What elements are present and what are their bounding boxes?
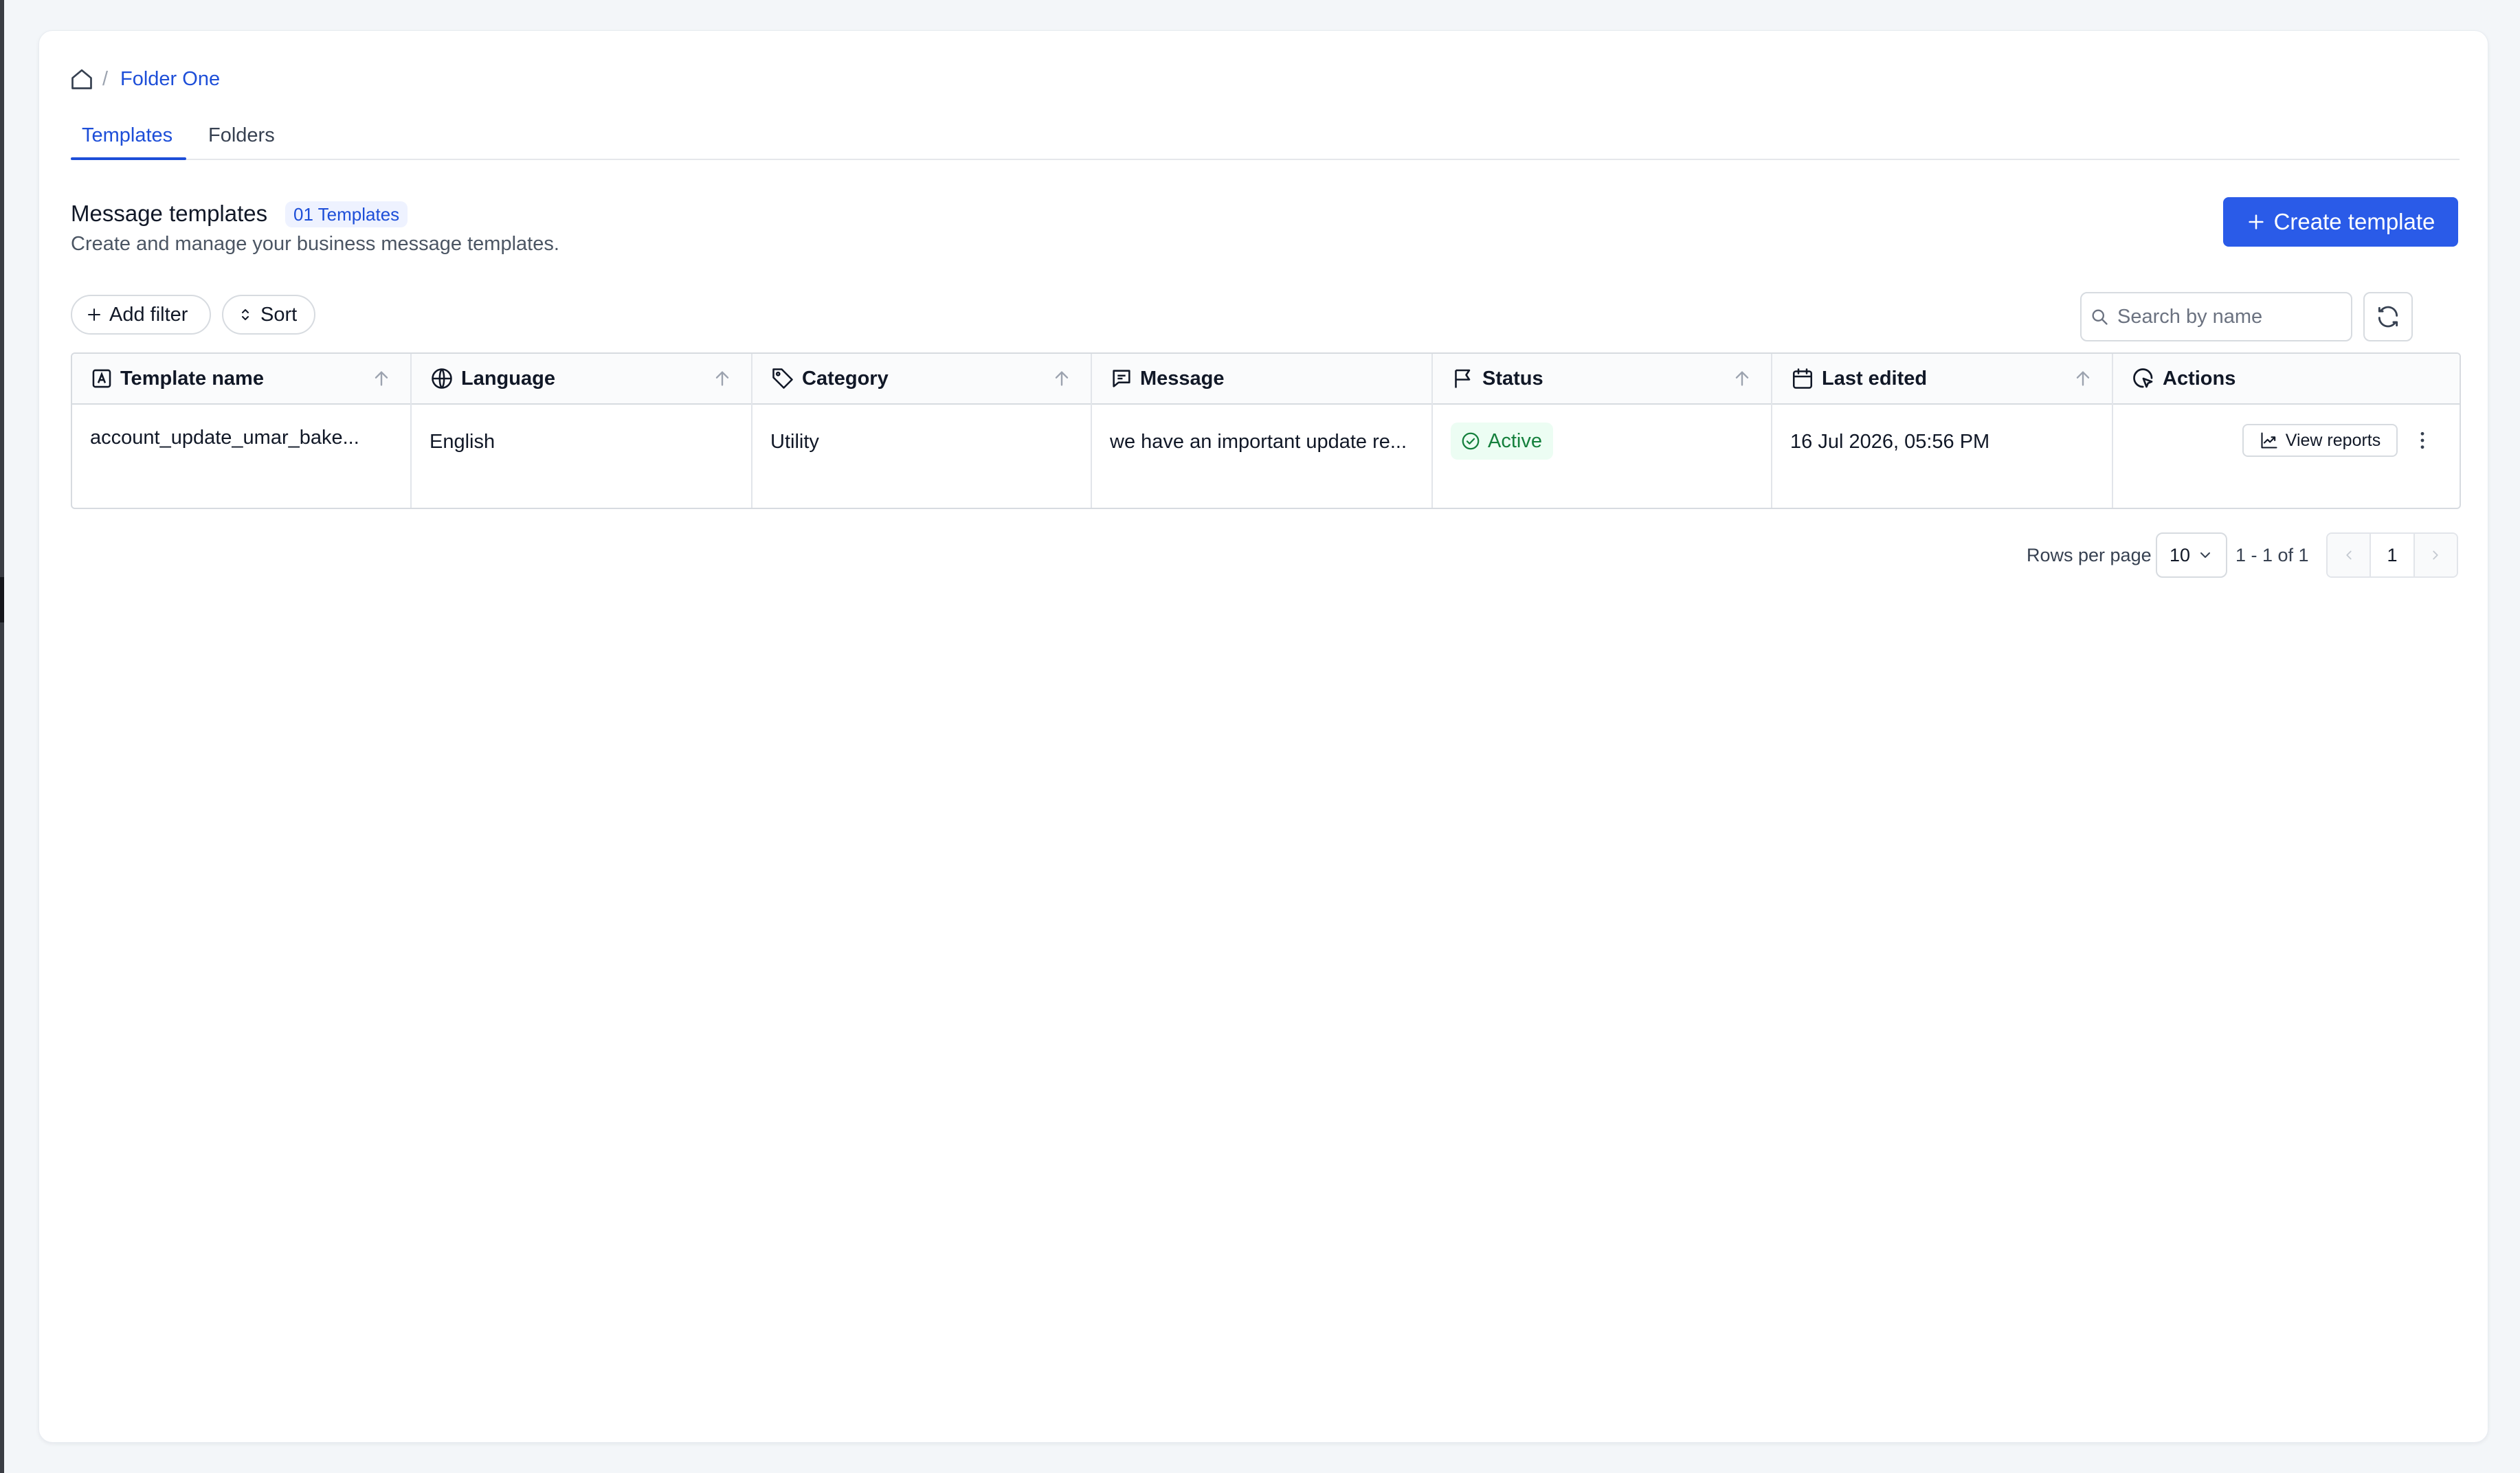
plus-icon xyxy=(88,308,100,321)
template-name-text[interactable]: account_update_umar_bake... xyxy=(90,427,359,449)
rows-per-page-label: Rows per page xyxy=(2027,545,2152,565)
last-edited-text: 16 Jul 2026, 05:56 PM xyxy=(1790,431,1990,453)
more-options-icon[interactable] xyxy=(2410,428,2435,453)
tab-templates[interactable]: Templates xyxy=(82,123,172,148)
sort-arrow-up-icon[interactable] xyxy=(1731,368,1753,390)
column-label: Actions xyxy=(2163,367,2236,390)
column-header-actions: Actions xyxy=(2113,354,2460,403)
message-icon xyxy=(1113,370,1130,387)
sort-button[interactable]: Sort xyxy=(222,295,315,335)
column-label: Last edited xyxy=(1822,367,1928,390)
globe-icon xyxy=(432,368,452,389)
chevron-left-icon xyxy=(2345,550,2352,560)
cell-message: we have an important update re... xyxy=(1092,403,1433,508)
templates-table: Template name Language Category Message … xyxy=(71,352,2461,509)
tabs-divider xyxy=(71,159,2460,160)
active-tab-indicator xyxy=(71,157,186,160)
cell-actions: View reports xyxy=(2113,403,2460,508)
next-page-button[interactable] xyxy=(2414,534,2457,576)
sort-arrow-up-icon[interactable] xyxy=(2072,368,2094,390)
sort-label: Sort xyxy=(260,303,298,326)
rows-per-page-select[interactable]: 10 xyxy=(2156,532,2227,578)
search-input[interactable] xyxy=(2116,304,2339,329)
check-circle-icon xyxy=(1462,432,1480,450)
tag-icon xyxy=(772,368,793,389)
search-field[interactable] xyxy=(2080,292,2352,341)
page-number-button[interactable]: 1 xyxy=(2370,534,2415,576)
tab-folders[interactable]: Folders xyxy=(208,123,275,148)
table-header: Template name Language Category Message … xyxy=(72,354,2460,405)
create-template-button[interactable]: Create template xyxy=(2223,197,2458,247)
cell-category: Utility xyxy=(752,403,1092,508)
cell-last-edited: 16 Jul 2026, 05:56 PM xyxy=(1772,403,2113,508)
chevron-right-icon xyxy=(2433,550,2438,560)
cell-language: English xyxy=(412,403,752,508)
rows-per-page-value: 10 xyxy=(2169,544,2191,565)
refresh-icon xyxy=(2378,306,2398,328)
status-text: Active xyxy=(1488,429,1542,452)
pagination-controls: 1 xyxy=(2326,532,2458,578)
window-edge-notch xyxy=(0,577,4,622)
column-label: Category xyxy=(802,367,889,390)
sort-arrow-up-icon[interactable] xyxy=(370,368,392,390)
chevron-up-down-icon xyxy=(242,309,249,320)
column-header-message: Message xyxy=(1092,354,1433,403)
cell-template-name: account_update_umar_bake... xyxy=(72,403,412,508)
column-header-language: Language xyxy=(412,354,752,403)
add-filter-label: Add filter xyxy=(109,303,188,326)
previous-page-button[interactable] xyxy=(2328,534,2370,576)
view-reports-button[interactable]: View reports xyxy=(2242,424,2398,457)
window-edge xyxy=(0,0,4,1473)
category-text: Utility xyxy=(770,431,819,453)
message-text: we have an important update re... xyxy=(1110,431,1407,453)
breadcrumb-folder-link[interactable]: Folder One xyxy=(120,67,220,91)
page-title: Message templates xyxy=(71,201,268,226)
refresh-button[interactable] xyxy=(2363,292,2413,341)
view-reports-label: View reports xyxy=(2285,430,2381,450)
breadcrumb-separator: / xyxy=(102,68,109,90)
language-text: English xyxy=(430,431,495,453)
column-header-category: Category xyxy=(752,354,1092,403)
page-subtitle: Create and manage your business message … xyxy=(71,233,559,255)
create-template-label: Create template xyxy=(2273,209,2435,234)
sort-arrow-up-icon[interactable] xyxy=(711,368,733,390)
column-header-template-name: Template name xyxy=(72,354,412,403)
add-filter-button[interactable]: Add filter xyxy=(71,295,211,335)
column-header-last-edited: Last edited xyxy=(1772,354,2113,403)
template-count-badge: 01 Templates xyxy=(285,201,408,227)
plus-icon xyxy=(2248,214,2264,229)
column-label: Language xyxy=(461,367,555,390)
chart-line-icon xyxy=(2261,432,2277,449)
column-label: Message xyxy=(1140,367,1225,390)
table-row[interactable]: account_update_umar_bake... English Util… xyxy=(72,403,2460,508)
cursor-click-icon xyxy=(2133,368,2153,388)
column-label: Template name xyxy=(120,367,264,390)
sort-arrow-up-icon[interactable] xyxy=(1051,368,1073,390)
cell-status: Active xyxy=(1433,403,1772,508)
status-badge: Active xyxy=(1451,423,1553,460)
column-label: Status xyxy=(1482,367,1543,390)
column-header-status: Status xyxy=(1433,354,1772,403)
home-icon[interactable] xyxy=(69,67,94,91)
chevron-down-icon xyxy=(2200,552,2211,558)
calendar-icon xyxy=(1792,368,1813,389)
search-icon xyxy=(2092,309,2108,325)
pagination-range: 1 - 1 of 1 xyxy=(2235,545,2309,565)
main-card: / Folder One Templates Folders Message t… xyxy=(38,30,2488,1443)
template-icon xyxy=(92,369,111,388)
flag-icon xyxy=(1455,369,1471,388)
